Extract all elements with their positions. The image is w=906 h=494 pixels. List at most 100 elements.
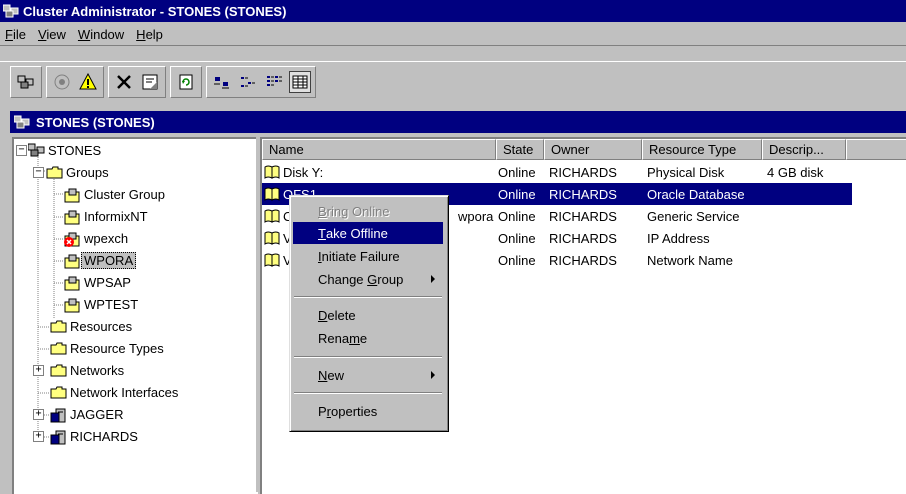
tree-item-jagger[interactable]: JAGGER	[50, 404, 126, 424]
column-header-resource-type[interactable]: Resource Type	[642, 139, 762, 160]
row-type: Oracle Database	[647, 186, 745, 202]
menu-item-bring-online[interactable]: Bring Online	[293, 200, 443, 222]
tree-label-informixnt: InformixNT	[84, 208, 148, 224]
cluster-icon	[13, 115, 30, 129]
menu-bar: File View Window Help	[0, 23, 906, 46]
row-type: Generic Service	[647, 208, 740, 224]
menu-help-mnemonic: H	[136, 26, 146, 42]
list-icon[interactable]	[263, 71, 285, 93]
group-failed-icon	[64, 232, 81, 247]
menu-item-initiate-failure[interactable]: Initiate Failure	[293, 245, 443, 267]
tree-label-networks: Networks	[70, 362, 125, 378]
details-icon[interactable]	[289, 71, 311, 93]
title-bar: Cluster Administrator - STONES (STONES)	[0, 0, 906, 22]
tree-item-resources[interactable]: Resources	[50, 316, 135, 336]
refresh-icon[interactable]	[175, 71, 197, 93]
row-type: Network Name	[647, 252, 733, 268]
child-window-title-bar: STONES (STONES)	[10, 111, 906, 133]
toolbar-group-connect	[10, 66, 42, 98]
row-name: Disk Y:	[283, 164, 324, 180]
mi-post: e	[359, 330, 368, 346]
toolbar-group-state	[46, 66, 104, 98]
expand-richards-toggle[interactable]: +	[33, 431, 44, 442]
toolbar-group-edit	[108, 66, 166, 98]
tree-item-cluster-group[interactable]: Cluster Group	[64, 184, 168, 204]
column-header-description[interactable]: Descrip...	[762, 139, 846, 160]
menu-item-new[interactable]: New	[293, 364, 443, 386]
group-icon	[64, 298, 81, 312]
menu-view[interactable]: View	[33, 27, 73, 42]
mi-post: elete	[327, 307, 356, 323]
tree-item-informixnt[interactable]: InformixNT	[64, 206, 151, 226]
toolbar	[0, 61, 906, 100]
collapse-groups-toggle[interactable]: −	[33, 167, 44, 178]
small-icons-icon[interactable]	[237, 71, 259, 93]
resource-icon	[264, 253, 280, 267]
mi-pre: Change	[318, 271, 368, 287]
tree-label-richards: RICHARDS	[70, 428, 138, 444]
expand-networks-toggle[interactable]: +	[33, 365, 44, 376]
mi-key: G	[367, 271, 378, 287]
tree-view[interactable]: − STONES − Groups Cluster Group Informix…	[12, 137, 258, 494]
menu-item-rename[interactable]: Rena m e	[293, 327, 443, 349]
row-state: Online	[498, 230, 536, 246]
menu-help[interactable]: Help	[131, 27, 170, 42]
row-owner: RICHARDS	[549, 230, 617, 246]
tree-item-wpora[interactable]: WPORA	[64, 250, 137, 270]
expand-jagger-toggle[interactable]: +	[33, 409, 44, 420]
tree-item-wpsap[interactable]: WPSAP	[64, 272, 134, 292]
tree-item-wptest[interactable]: WPTEST	[64, 294, 141, 314]
mi-key: m	[349, 330, 360, 346]
take-offline-icon[interactable]	[77, 71, 99, 93]
list-row[interactable]: Disk Y: Online RICHARDS Physical Disk 4 …	[262, 161, 906, 183]
tree-item-network-interfaces[interactable]: Network Interfaces	[50, 382, 181, 402]
tree-item-wpexch[interactable]: wpexch	[64, 228, 131, 248]
tree-item-groups[interactable]: Groups	[46, 162, 112, 182]
row-state: Online	[498, 208, 536, 224]
delete-icon[interactable]	[113, 71, 135, 93]
menu-item-delete[interactable]: Delete	[293, 304, 443, 326]
row-name-cell: V	[264, 249, 292, 271]
resource-icon	[264, 209, 280, 223]
menu-file[interactable]: File	[0, 27, 33, 42]
tree-item-networks[interactable]: Networks	[50, 360, 127, 380]
submenu-arrow-icon	[431, 275, 435, 283]
menu-file-mnemonic: F	[5, 26, 13, 42]
tree-item-richards[interactable]: RICHARDS	[50, 426, 141, 446]
toolbar-group-refresh	[170, 66, 202, 98]
collapse-stones-toggle[interactable]: −	[16, 145, 27, 156]
open-connection-icon[interactable]	[15, 71, 37, 93]
mi-post: ake Offline	[325, 225, 388, 241]
tree-label-groups: Groups	[66, 164, 109, 180]
column-header-state[interactable]: State	[496, 139, 544, 160]
folder-icon	[46, 166, 63, 179]
tree-item-resource-types[interactable]: Resource Types	[50, 338, 167, 358]
column-header-owner[interactable]: Owner	[544, 139, 642, 160]
group-icon	[64, 188, 81, 202]
column-header-name[interactable]: Name	[262, 139, 496, 160]
row-type: Physical Disk	[647, 164, 725, 180]
column-header-filler	[846, 139, 906, 160]
menu-item-properties[interactable]: Pr operties	[293, 400, 443, 422]
properties-icon[interactable]	[139, 71, 161, 93]
menu-item-take-offline[interactable]: Take Offline	[293, 222, 443, 244]
tree-label-wpexch: wpexch	[84, 230, 129, 246]
row-type: IP Address	[647, 230, 710, 246]
row-name-cell: Disk Y:	[264, 161, 323, 183]
menu-view-rest: iew	[46, 26, 66, 42]
window-title: Cluster Administrator - STONES (STONES)	[23, 3, 287, 19]
row-owner: RICHARDS	[549, 186, 617, 202]
server-node-icon	[50, 430, 67, 444]
menu-window[interactable]: Window	[73, 27, 131, 42]
menu-item-change-group[interactable]: Change Group	[293, 268, 443, 290]
row-owner: RICHARDS	[549, 208, 617, 224]
tree-item-stones[interactable]: STONES	[27, 140, 104, 160]
tree-label-jagger: JAGGER	[70, 406, 124, 422]
menu-separator	[294, 392, 442, 394]
row-desc: 4 GB disk	[767, 164, 824, 180]
mi-key: N	[318, 367, 328, 383]
tree-label-cluster-group: Cluster Group	[84, 186, 165, 202]
cluster-child-window: STONES (STONES) − STONES − Groups Cluste…	[0, 105, 906, 494]
bring-online-icon[interactable]	[51, 71, 73, 93]
large-icons-icon[interactable]	[211, 71, 233, 93]
